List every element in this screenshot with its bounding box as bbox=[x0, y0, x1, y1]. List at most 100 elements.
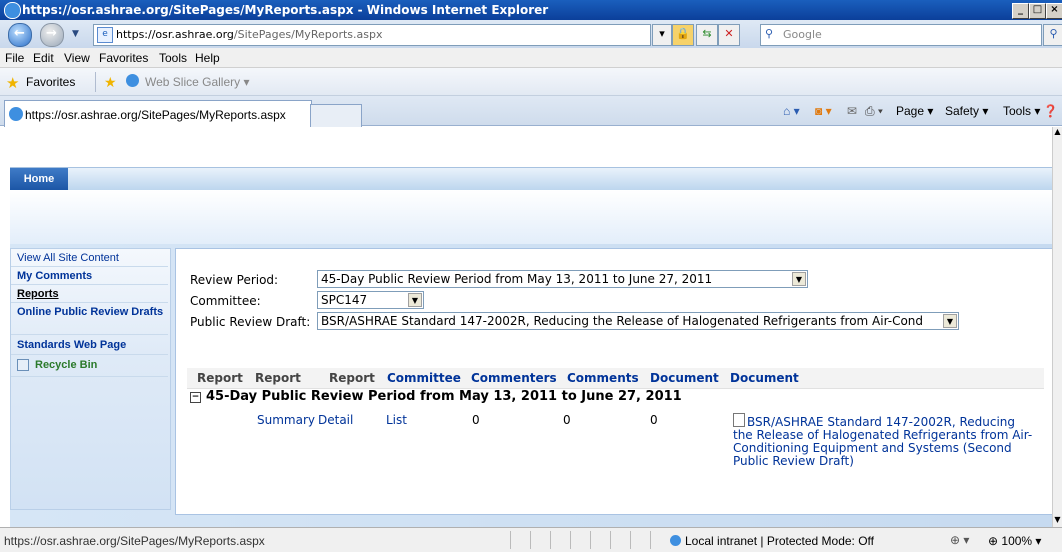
list-link[interactable]: List bbox=[386, 413, 407, 427]
col-comments[interactable]: Comments bbox=[567, 371, 639, 385]
command-bar: ⌂ ▾ ◙ ▾ ✉ ⎙ ▾ Page ▾ Safety ▾ Tools ▾ ❓ bbox=[783, 104, 1062, 124]
mail-icon[interactable]: ✉ bbox=[847, 104, 857, 118]
address-toolbar: ← → ▼ e https://osr.ashrae.org/SitePages… bbox=[0, 20, 1062, 48]
title-bar: https://osr.ashrae.org/SitePages/MyRepor… bbox=[0, 0, 1062, 20]
vertical-scrollbar[interactable]: ▲ ▼ bbox=[1052, 127, 1062, 527]
col-report-3: Report bbox=[329, 371, 375, 385]
chevron-down-icon: ▼ bbox=[943, 314, 957, 328]
search-button[interactable]: ⚲ bbox=[1043, 24, 1062, 46]
menu-file[interactable]: File bbox=[5, 51, 24, 65]
forward-arrow-icon: → bbox=[46, 26, 57, 41]
ie-page-icon bbox=[126, 74, 139, 87]
feeds-icon[interactable]: ◙ ▾ bbox=[815, 104, 832, 118]
group-header[interactable]: −45-Day Public Review Period from May 13… bbox=[190, 389, 682, 404]
status-segment bbox=[650, 531, 667, 549]
col-document-1[interactable]: Document bbox=[650, 371, 719, 385]
favorites-button[interactable]: Favorites bbox=[26, 75, 75, 89]
status-segment bbox=[570, 531, 587, 549]
refresh-icon[interactable]: ⇆ bbox=[696, 24, 718, 46]
add-favorite-icon[interactable]: ★ bbox=[104, 74, 117, 91]
reports-link[interactable]: Reports bbox=[11, 285, 168, 303]
search-input[interactable]: ⚲ Google bbox=[760, 24, 1042, 46]
tab-title: https://osr.ashrae.org/SitePages/MyRepor… bbox=[25, 108, 286, 122]
quick-launch: View All Site Content My Comments Report… bbox=[10, 248, 171, 510]
online-public-review-drafts-link[interactable]: Online Public Review Drafts bbox=[11, 303, 168, 335]
detail-link[interactable]: Detail bbox=[318, 413, 353, 427]
recycle-bin-link[interactable]: Recycle Bin bbox=[11, 355, 168, 377]
zoom-icon: ⊕ bbox=[988, 534, 1002, 548]
web-page: Home View All Site Content My Comments R… bbox=[0, 127, 1052, 527]
page-icon: e bbox=[97, 27, 113, 43]
menu-help[interactable]: Help bbox=[195, 51, 220, 65]
review-period-select[interactable]: 45-Day Public Review Period from May 13,… bbox=[317, 270, 808, 288]
comments-count: 0 bbox=[650, 413, 658, 427]
recent-pages-dropdown-icon[interactable]: ▼ bbox=[72, 29, 79, 39]
home-tab[interactable]: Home bbox=[10, 168, 68, 190]
col-committee[interactable]: Committee bbox=[387, 371, 461, 385]
web-slice-gallery[interactable]: Web Slice Gallery ▾ bbox=[145, 75, 250, 89]
scroll-up-icon[interactable]: ▲ bbox=[1053, 127, 1062, 139]
scroll-down-icon[interactable]: ▼ bbox=[1053, 515, 1062, 527]
url-path: /SitePages/MyReports.aspx bbox=[233, 28, 383, 41]
compat-icon[interactable]: ⊕ ▾ bbox=[950, 533, 969, 547]
status-segment bbox=[590, 531, 607, 549]
zoom-control[interactable]: ⊕ 100% ▾ bbox=[988, 534, 1041, 548]
table-header: Report Report Report Committee Commenter… bbox=[187, 368, 1044, 389]
col-document-2[interactable]: Document bbox=[730, 371, 799, 385]
maximize-button[interactable]: □ bbox=[1029, 3, 1046, 19]
col-commenters[interactable]: Commenters bbox=[471, 371, 557, 385]
menu-view[interactable]: View bbox=[64, 51, 90, 65]
close-button[interactable]: × bbox=[1046, 3, 1062, 19]
help-icon[interactable]: ❓ bbox=[1043, 104, 1058, 118]
reports-panel: Review Period: 45-Day Public Review Peri… bbox=[175, 248, 1052, 515]
menu-bar: File Edit View Favorites Tools Help bbox=[0, 48, 1062, 68]
public-review-draft-select[interactable]: BSR/ASHRAE Standard 147-2002R, Reducing … bbox=[317, 312, 959, 330]
status-segment bbox=[630, 531, 647, 549]
col-report-2: Report bbox=[255, 371, 301, 385]
chevron-down-icon: ▼ bbox=[792, 272, 806, 286]
print-icon[interactable]: ⎙ ▾ bbox=[865, 104, 883, 119]
status-url: https://osr.ashrae.org/SitePages/MyRepor… bbox=[4, 534, 265, 548]
tools-menu[interactable]: Tools ▾ bbox=[1003, 104, 1040, 118]
public-review-draft-label: Public Review Draft: bbox=[190, 315, 311, 329]
stop-icon[interactable]: ✕ bbox=[718, 24, 740, 46]
menu-edit[interactable]: Edit bbox=[33, 51, 54, 65]
address-bar[interactable]: e https://osr.ashrae.org/SitePages/MyRep… bbox=[93, 24, 651, 46]
summary-link[interactable]: Summary bbox=[257, 413, 315, 427]
status-bar: https://osr.ashrae.org/SitePages/MyRepor… bbox=[0, 527, 1062, 552]
forward-button[interactable]: → bbox=[40, 23, 64, 47]
standards-web-page-link[interactable]: Standards Web Page bbox=[11, 335, 168, 355]
back-arrow-icon: ← bbox=[14, 26, 25, 41]
search-placeholder: Google bbox=[783, 28, 822, 41]
divider bbox=[95, 72, 96, 92]
back-button[interactable]: ← bbox=[8, 23, 32, 47]
ie-logo-icon bbox=[4, 2, 21, 19]
recycle-bin-icon bbox=[17, 359, 29, 372]
minimize-button[interactable]: _ bbox=[1012, 3, 1029, 19]
document-link[interactable]: BSR/ASHRAE Standard 147-2002R, Reducing … bbox=[733, 413, 1038, 468]
chevron-down-icon: ▼ bbox=[408, 293, 422, 307]
document-icon bbox=[733, 413, 745, 427]
collapse-icon[interactable]: − bbox=[190, 392, 201, 403]
status-segment bbox=[510, 531, 527, 549]
status-segment bbox=[610, 531, 627, 549]
committee-select[interactable]: SPC147 ▼ bbox=[317, 291, 424, 309]
menu-favorites[interactable]: Favorites bbox=[99, 51, 148, 65]
tab-active[interactable]: https://osr.ashrae.org/SitePages/MyRepor… bbox=[4, 100, 312, 127]
page-menu[interactable]: Page ▾ bbox=[896, 104, 933, 118]
safety-menu[interactable]: Safety ▾ bbox=[945, 104, 988, 118]
home-icon[interactable]: ⌂ ▾ bbox=[783, 104, 800, 118]
review-period-label: Review Period: bbox=[190, 273, 279, 287]
new-tab-button[interactable] bbox=[310, 104, 362, 127]
lock-icon[interactable]: 🔒 bbox=[672, 24, 694, 46]
col-report-1: Report bbox=[197, 371, 243, 385]
status-segment bbox=[550, 531, 567, 549]
my-comments-link[interactable]: My Comments bbox=[11, 267, 168, 285]
committee-label: Committee: bbox=[190, 294, 261, 308]
security-zone[interactable]: Local intranet | Protected Mode: Off bbox=[670, 534, 874, 548]
address-dropdown-button[interactable]: ▾ bbox=[652, 24, 672, 46]
search-provider-icon: ⚲ bbox=[765, 27, 774, 40]
menu-tools[interactable]: Tools bbox=[159, 51, 187, 65]
view-all-site-content-link[interactable]: View All Site Content bbox=[11, 249, 168, 267]
url-host: https://osr.ashrae.org bbox=[116, 28, 234, 41]
